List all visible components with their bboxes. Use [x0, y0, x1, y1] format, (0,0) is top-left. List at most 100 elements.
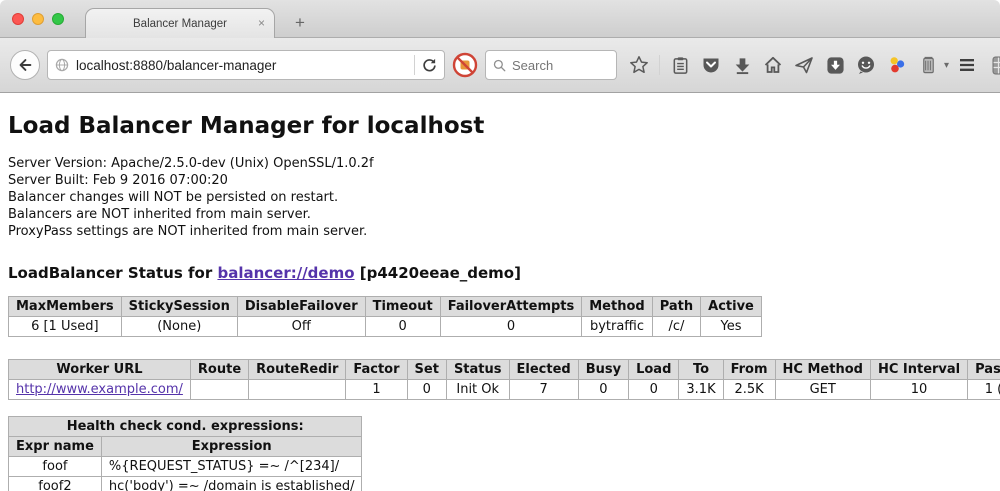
balancer-summary-table: MaxMembers StickySession DisableFailover…	[8, 296, 762, 337]
health-table-title: Health check cond. expressions:	[9, 417, 362, 437]
search-input[interactable]	[512, 58, 610, 73]
color-dots-extension-icon[interactable]	[886, 54, 908, 76]
search-bar[interactable]	[485, 50, 617, 80]
column-header: Expr name	[9, 437, 102, 457]
cell-failoverattempts: 0	[440, 317, 582, 337]
tab-balancer-manager[interactable]: Balancer Manager ×	[85, 8, 275, 38]
urlbar-divider	[414, 55, 415, 75]
cell-hc-interval: 10	[870, 380, 967, 400]
chat-smiley-icon[interactable]	[855, 54, 877, 76]
column-header: Factor	[346, 360, 407, 380]
cell-expression: %{REQUEST_STATUS} =~ /^[234]/	[101, 457, 362, 477]
table-row: http://www.example.com/ 1 0 Init Ok 7 0 …	[9, 380, 1000, 400]
column-header: RouteRedir	[249, 360, 346, 380]
cell-disablefailover: Off	[237, 317, 365, 337]
toolbar-right-group	[956, 54, 1000, 76]
column-header: Route	[190, 360, 248, 380]
reload-icon[interactable]	[421, 57, 438, 74]
bookmark-star-icon[interactable]	[628, 54, 650, 76]
home-icon[interactable]	[762, 54, 784, 76]
cell-to: 3.1K	[679, 380, 723, 400]
column-header: From	[723, 360, 775, 380]
column-header: FailoverAttempts	[440, 297, 582, 317]
tab-close-icon[interactable]: ×	[258, 17, 265, 29]
cell-load: 0	[629, 380, 679, 400]
server-version-line: Server Version: Apache/2.5.0-dev (Unix) …	[8, 155, 992, 172]
server-built-line: Server Built: Feb 9 2016 07:00:20	[8, 172, 992, 189]
column-header: HC Interval	[870, 360, 967, 380]
cell-stickysession: (None)	[121, 317, 237, 337]
back-arrow-icon	[16, 56, 34, 74]
window-controls	[12, 13, 64, 25]
status-suffix: [p4420eeae_demo]	[355, 264, 521, 282]
column-header: Busy	[578, 360, 628, 380]
loadbalancer-status-heading: LoadBalancer Status for balancer://demo …	[8, 264, 992, 282]
close-window-button[interactable]	[12, 13, 24, 25]
column-header: Elected	[509, 360, 578, 380]
back-button[interactable]	[10, 50, 40, 80]
search-icon	[492, 58, 507, 73]
persist-warning-line: Balancer changes will NOT be persisted o…	[8, 189, 992, 206]
tab-title: Balancer Manager	[133, 18, 227, 30]
column-header: Set	[407, 360, 446, 380]
page-title: Load Balancer Manager for localhost	[8, 113, 992, 139]
cell-expr-name: foof2	[9, 477, 102, 491]
send-page-icon[interactable]	[793, 54, 815, 76]
table-header-row: Expr name Expression	[9, 437, 362, 457]
health-check-table: Health check cond. expressions: Expr nam…	[8, 416, 362, 491]
column-header: Worker URL	[9, 360, 191, 380]
balancer-demo-link[interactable]: balancer://demo	[217, 264, 354, 282]
cell-from: 2.5K	[723, 380, 775, 400]
status-prefix: LoadBalancer Status for	[8, 264, 217, 282]
inherit-warning-line: Balancers are NOT inherited from main se…	[8, 206, 992, 223]
cell-path: /c/	[652, 317, 700, 337]
column-header: Load	[629, 360, 679, 380]
cell-worker-url: http://www.example.com/	[9, 380, 191, 400]
column-header: Expression	[101, 437, 362, 457]
tab-bar: Balancer Manager × +	[0, 0, 1000, 38]
column-header: To	[679, 360, 723, 380]
pocket-icon[interactable]	[700, 54, 722, 76]
menu-hamburger-icon[interactable]	[956, 54, 978, 76]
cell-hc-method: GET	[775, 380, 870, 400]
new-tab-button[interactable]: +	[288, 13, 312, 33]
table-row: 6 [1 Used] (None) Off 0 0 bytraffic /c/ …	[9, 317, 762, 337]
column-header: Path	[652, 297, 700, 317]
clips-extension-icon[interactable]	[917, 54, 939, 76]
table-header-row: Worker URL Route RouteRedir Factor Set S…	[9, 360, 1000, 380]
cell-passes: 1 (0)	[968, 380, 1000, 400]
cell-expr-name: foof	[9, 457, 102, 477]
toolbar-divider	[659, 55, 660, 75]
video-download-helper-icon[interactable]	[824, 54, 846, 76]
cell-elected: 7	[509, 380, 578, 400]
url-input[interactable]	[76, 58, 408, 73]
server-info: Server Version: Apache/2.5.0-dev (Unix) …	[8, 155, 992, 240]
cell-method: bytraffic	[582, 317, 652, 337]
column-header: StickySession	[121, 297, 237, 317]
column-header: HC Method	[775, 360, 870, 380]
column-header: Timeout	[365, 297, 440, 317]
cell-routeredir	[249, 380, 346, 400]
zoom-window-button[interactable]	[52, 13, 64, 25]
column-header: Method	[582, 297, 652, 317]
table-row: foof2 hc('body') =~ /domain is establish…	[9, 477, 362, 491]
table-row: foof %{REQUEST_STATUS} =~ /^[234]/	[9, 457, 362, 477]
worker-url-link[interactable]: http://www.example.com/	[16, 382, 183, 397]
browser-window: Balancer Manager × +	[0, 0, 1000, 491]
chevron-down-icon[interactable]: ▾	[944, 60, 949, 71]
grid-extension-icon[interactable]	[990, 54, 1000, 76]
column-header: DisableFailover	[237, 297, 365, 317]
table-header-row: MaxMembers StickySession DisableFailover…	[9, 297, 762, 317]
cell-factor: 1	[346, 380, 407, 400]
cell-set: 0	[407, 380, 446, 400]
reading-list-icon[interactable]	[669, 54, 691, 76]
worker-table: Worker URL Route RouteRedir Factor Set S…	[8, 359, 1000, 400]
minimize-window-button[interactable]	[32, 13, 44, 25]
column-header: MaxMembers	[9, 297, 122, 317]
flashblock-extension-icon[interactable]	[452, 52, 478, 78]
cell-busy: 0	[578, 380, 628, 400]
downloads-icon[interactable]	[731, 54, 753, 76]
globe-icon	[54, 57, 70, 73]
toolbar-buttons: ▾	[628, 54, 949, 76]
url-bar[interactable]	[47, 50, 445, 80]
